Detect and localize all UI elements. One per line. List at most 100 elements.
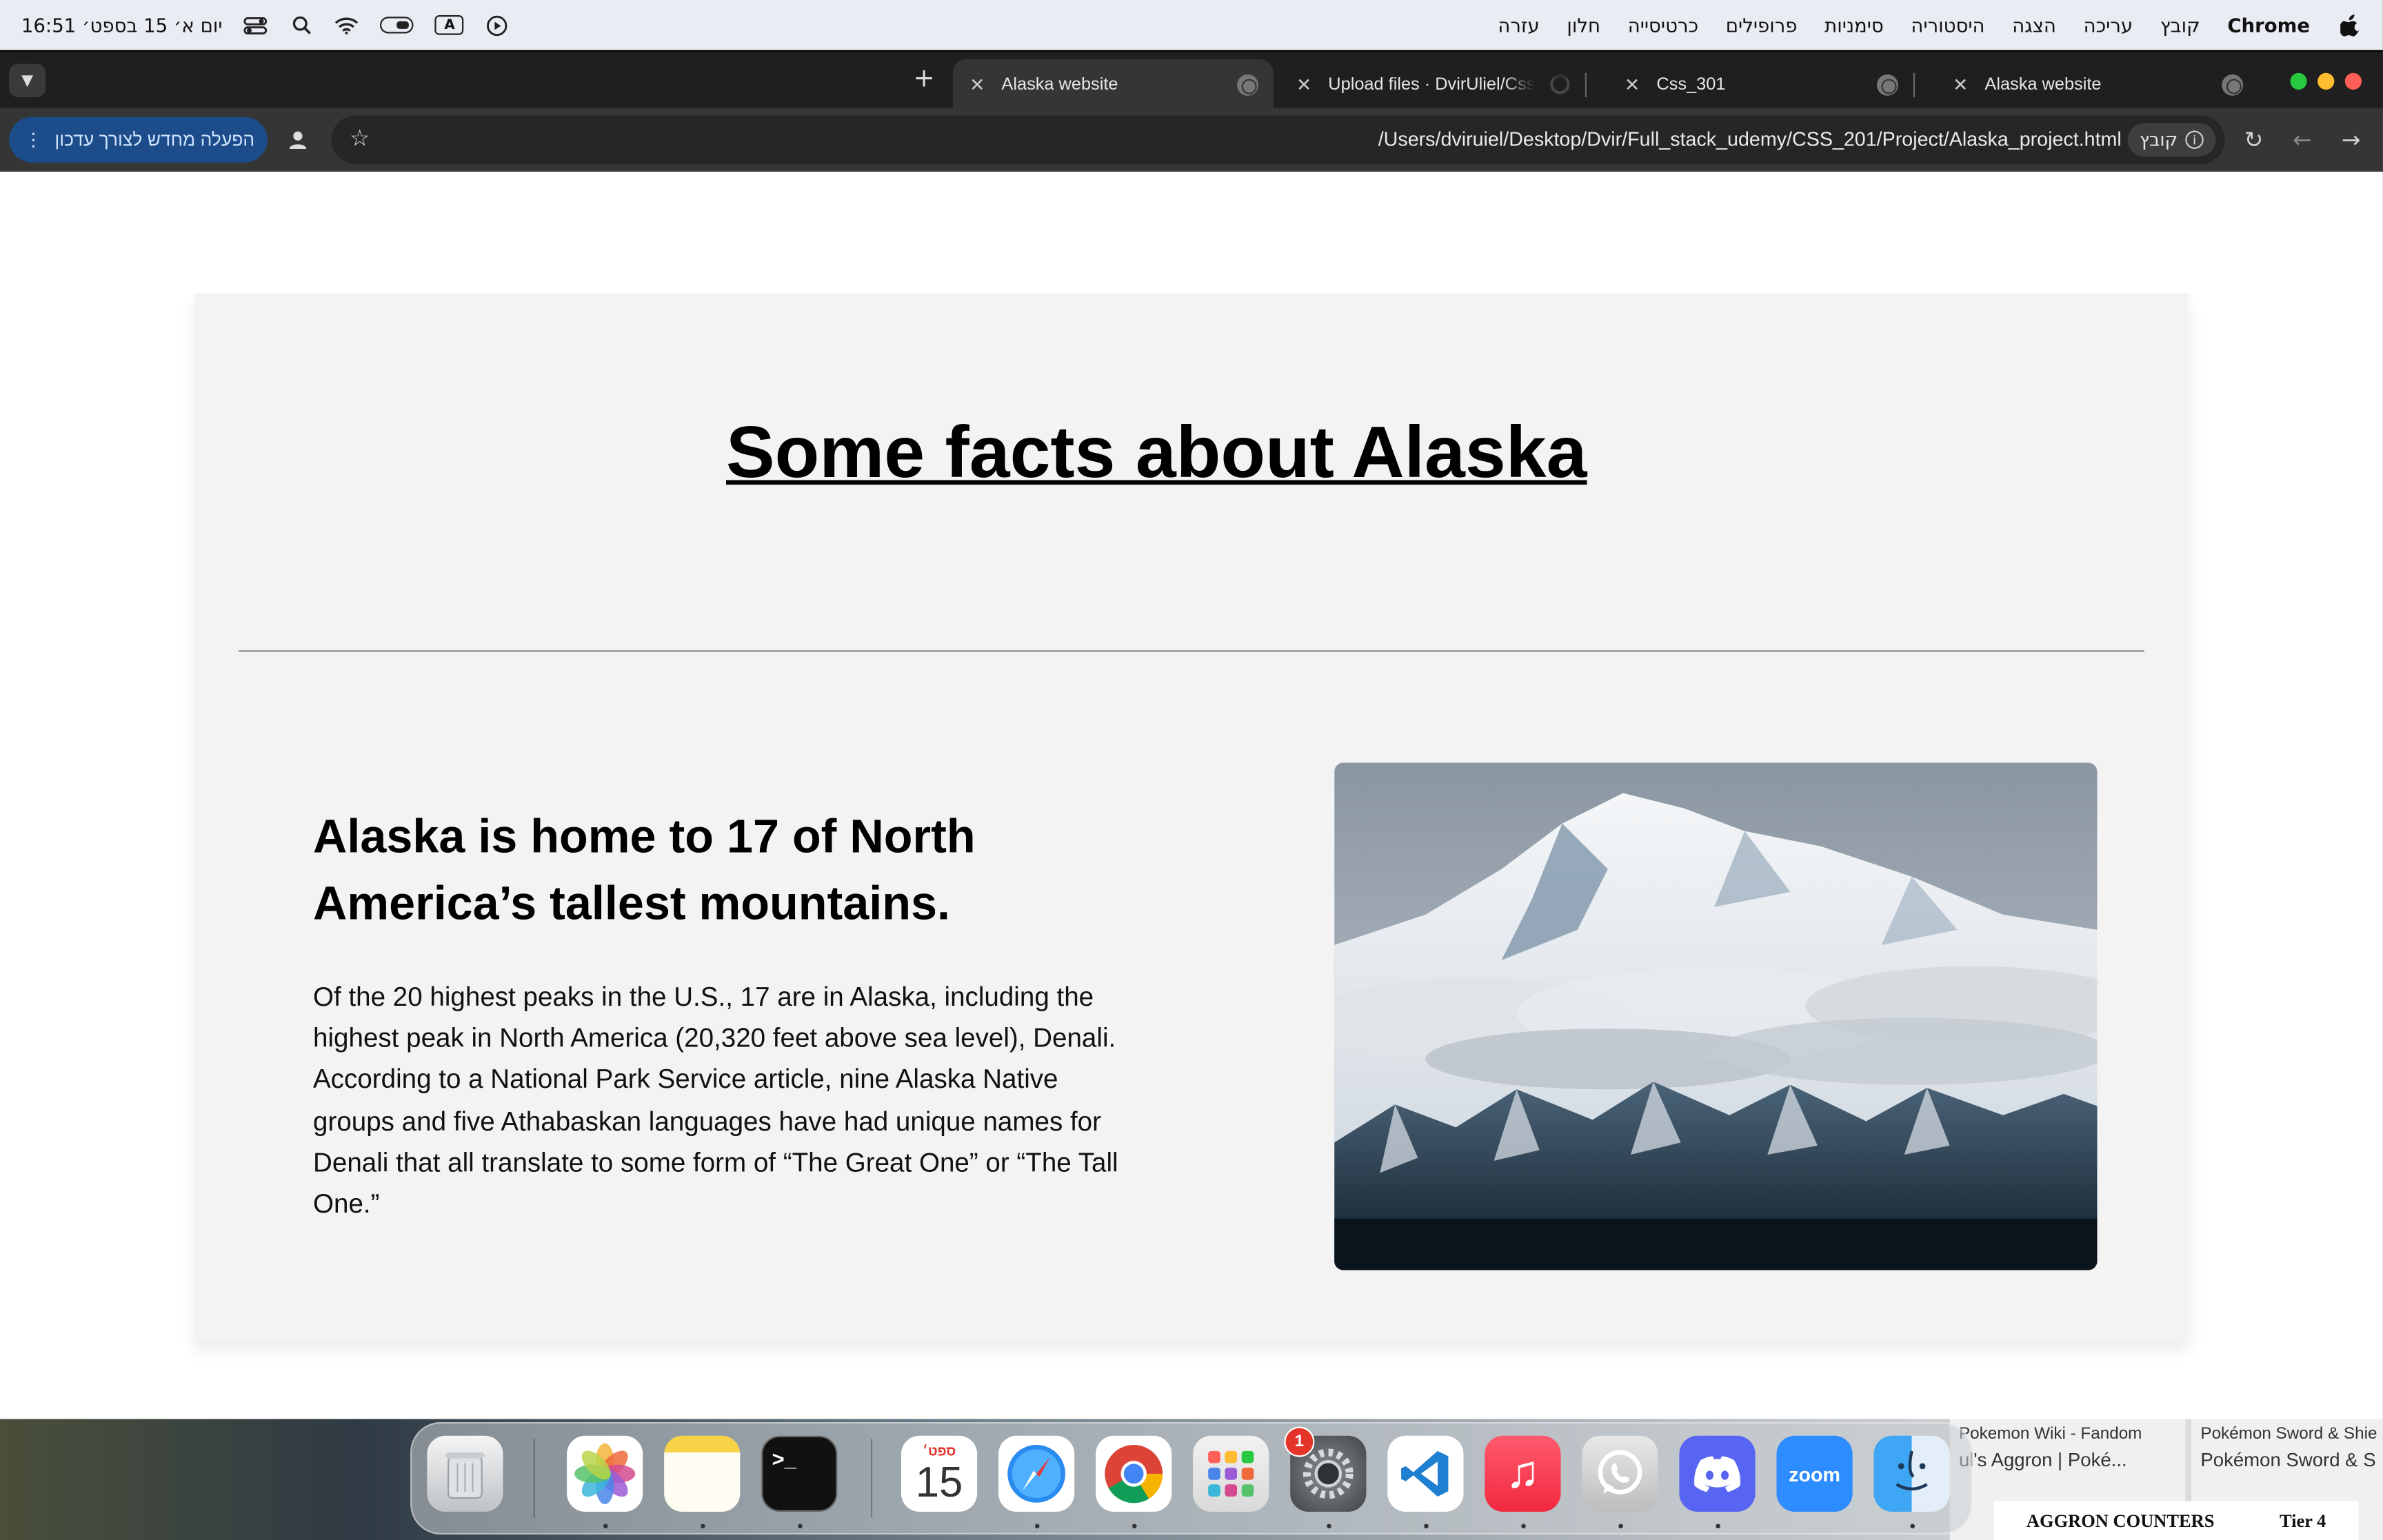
tab-search-dropdown-button[interactable]: ▼ bbox=[9, 63, 46, 98]
background-window-subtitle: Pokémon Sword & S bbox=[2200, 1449, 2376, 1471]
site-info-chip[interactable]: קובץ i bbox=[2127, 123, 2216, 157]
menubar-date: יום א׳ 15 בספט׳ bbox=[82, 13, 223, 37]
trash-icon[interactable] bbox=[427, 1435, 503, 1512]
notes-icon[interactable] bbox=[664, 1435, 741, 1512]
profile-icon[interactable] bbox=[281, 123, 314, 156]
background-window-subtitle: ul's Aggron | Poké... bbox=[1958, 1449, 2127, 1471]
chrome-icon[interactable] bbox=[1096, 1435, 1172, 1512]
fact-paragraph: Of the 20 highest peaks in the U.S., 17 … bbox=[313, 981, 1118, 1219]
bookmark-star-icon[interactable]: ☆ bbox=[350, 125, 370, 152]
photos-icon[interactable] bbox=[567, 1435, 643, 1512]
file-chip-label: קובץ bbox=[2139, 129, 2178, 151]
globe-icon bbox=[1237, 73, 1258, 95]
menu-edit[interactable]: עריכה bbox=[2084, 14, 2133, 37]
tab-upload-files[interactable]: ✕ Upload files · DvirUliel/Css-se bbox=[1280, 59, 1602, 110]
globe-icon bbox=[1876, 73, 1898, 95]
web-page: Some facts about Alaska Alaska is home t… bbox=[0, 172, 2383, 1419]
calendar-day: 15 bbox=[915, 1458, 963, 1506]
new-tab-button[interactable]: + bbox=[909, 64, 939, 94]
zoom-icon[interactable]: zoom bbox=[1776, 1435, 1853, 1512]
chevron-down-icon: ▼ bbox=[21, 72, 34, 89]
close-window-button[interactable] bbox=[2344, 72, 2362, 90]
running-indicator bbox=[1424, 1523, 1429, 1529]
system-settings-icon[interactable]: 1 bbox=[1284, 1426, 1367, 1512]
window-controls bbox=[2290, 72, 2362, 90]
maximize-window-button[interactable] bbox=[2290, 72, 2307, 90]
battery-icon[interactable] bbox=[380, 17, 414, 34]
control-center-icon[interactable] bbox=[243, 14, 268, 36]
menu-file[interactable]: קובץ bbox=[2160, 14, 2200, 37]
finder-icon[interactable] bbox=[1873, 1435, 1950, 1512]
menu-window[interactable]: חלון bbox=[1567, 14, 1600, 37]
running-indicator bbox=[1521, 1523, 1526, 1529]
dock-separator bbox=[870, 1439, 873, 1518]
tab-alaska-website[interactable]: ✕ Alaska website bbox=[1936, 59, 2258, 110]
running-indicator bbox=[701, 1523, 705, 1529]
tab-title: Css_301 bbox=[1656, 75, 1726, 94]
calendar-month: ספט׳ bbox=[922, 1443, 956, 1459]
running-indicator bbox=[1132, 1523, 1137, 1529]
wifi-icon[interactable] bbox=[335, 14, 359, 36]
menubar-time: 16:51 bbox=[21, 13, 77, 37]
tab-close-icon[interactable]: ✕ bbox=[1295, 74, 1313, 95]
back-arrow-icon[interactable]: ← bbox=[2286, 123, 2319, 156]
address-bar[interactable]: ☆ /Users/dviruiel/Desktop/Dvir/Full_stac… bbox=[331, 115, 2225, 165]
plus-icon: + bbox=[913, 63, 935, 94]
fact-heading: Alaska is home to 17 of North America’s … bbox=[313, 809, 976, 930]
launchpad-icon[interactable] bbox=[1193, 1435, 1269, 1512]
tab-close-icon[interactable]: ✕ bbox=[1623, 74, 1641, 95]
input-source-icon[interactable]: A bbox=[435, 15, 464, 35]
discord-icon[interactable] bbox=[1679, 1435, 1756, 1512]
url-text: /Users/dviruiel/Desktop/Dvir/Full_stack_… bbox=[1378, 128, 2122, 151]
menubar-status-area: 16:51 יום א׳ 15 בספט׳ A bbox=[21, 14, 510, 37]
terminal-icon[interactable]: >_ bbox=[761, 1435, 838, 1512]
background-window-title: Pokemon Wiki - Fandom bbox=[1958, 1425, 2142, 1443]
globe-icon bbox=[2222, 73, 2244, 95]
minimize-window-button[interactable] bbox=[2317, 72, 2335, 90]
dock: >_ ספט׳ 15 1 ♫ zoom bbox=[410, 1421, 1973, 1535]
running-indicator bbox=[1034, 1523, 1040, 1529]
screen: 16:51 יום א׳ 15 בספט׳ A Chrome קובץ עריכ… bbox=[0, 0, 2383, 1540]
calendar-icon[interactable]: ספט׳ 15 bbox=[901, 1435, 978, 1512]
menubar-clock[interactable]: 16:51 יום א׳ 15 בספט׳ bbox=[21, 14, 223, 37]
divider bbox=[239, 650, 2144, 652]
spotlight-search-icon[interactable] bbox=[290, 14, 314, 36]
notification-badge: 1 bbox=[1284, 1426, 1315, 1457]
tab-close-icon[interactable]: ✕ bbox=[968, 74, 986, 95]
aggron-counters-banner: AGGRON COUNTERS Tier 4 bbox=[1993, 1501, 2359, 1540]
whatsapp-icon[interactable] bbox=[1582, 1435, 1658, 1512]
now-playing-icon[interactable] bbox=[485, 14, 510, 36]
menu-tab[interactable]: כרטיסייה bbox=[1628, 14, 1698, 37]
running-indicator bbox=[1327, 1523, 1331, 1529]
running-indicator bbox=[1618, 1523, 1623, 1529]
safari-icon[interactable] bbox=[998, 1435, 1075, 1512]
apple-logo-icon[interactable] bbox=[2337, 14, 2362, 37]
tab-css-301[interactable]: ✕ Css_301 bbox=[1608, 59, 1930, 110]
page-title: Some facts about Alaska bbox=[726, 413, 1587, 494]
music-icon[interactable]: ♫ bbox=[1485, 1435, 1561, 1512]
running-indicator bbox=[603, 1523, 608, 1529]
zoom-label: zoom bbox=[1789, 1462, 1840, 1486]
menu-bookmarks[interactable]: סימניות bbox=[1824, 14, 1884, 37]
menu-history[interactable]: היסטוריה bbox=[1911, 14, 1984, 37]
tab-separator bbox=[1913, 72, 1916, 97]
tab-strip: ▼ + ✕ Alaska website ✕ Upload files · Dv… bbox=[0, 50, 2383, 110]
terminal-prompt: >_ bbox=[772, 1446, 796, 1471]
tab-title: Upload files · DvirUliel/Css-se bbox=[1328, 75, 1536, 94]
vscode-icon[interactable] bbox=[1387, 1435, 1464, 1512]
menu-app-chrome[interactable]: Chrome bbox=[2227, 14, 2310, 37]
macos-menubar: 16:51 יום א׳ 15 בספט׳ A Chrome קובץ עריכ… bbox=[0, 0, 2383, 50]
tab-separator bbox=[1585, 72, 1587, 97]
forward-arrow-icon[interactable]: → bbox=[2334, 123, 2367, 156]
relaunch-label: הפעלה מחדש לצורך עדכון bbox=[54, 129, 255, 151]
tab-alaska-website-active[interactable]: ✕ Alaska website bbox=[952, 59, 1274, 110]
relaunch-to-update-button[interactable]: ⋮ הפעלה מחדש לצורך עדכון bbox=[9, 116, 268, 163]
info-icon: i bbox=[2185, 130, 2204, 149]
loading-spinner-icon bbox=[1550, 74, 1570, 94]
running-indicator bbox=[1716, 1523, 1720, 1529]
reload-icon[interactable]: ↻ bbox=[2237, 123, 2270, 156]
menu-help[interactable]: עזרה bbox=[1498, 14, 1539, 37]
menu-view[interactable]: הצגה bbox=[2012, 14, 2056, 37]
menu-profiles[interactable]: פרופילים bbox=[1726, 14, 1798, 37]
tab-close-icon[interactable]: ✕ bbox=[1951, 74, 1969, 95]
